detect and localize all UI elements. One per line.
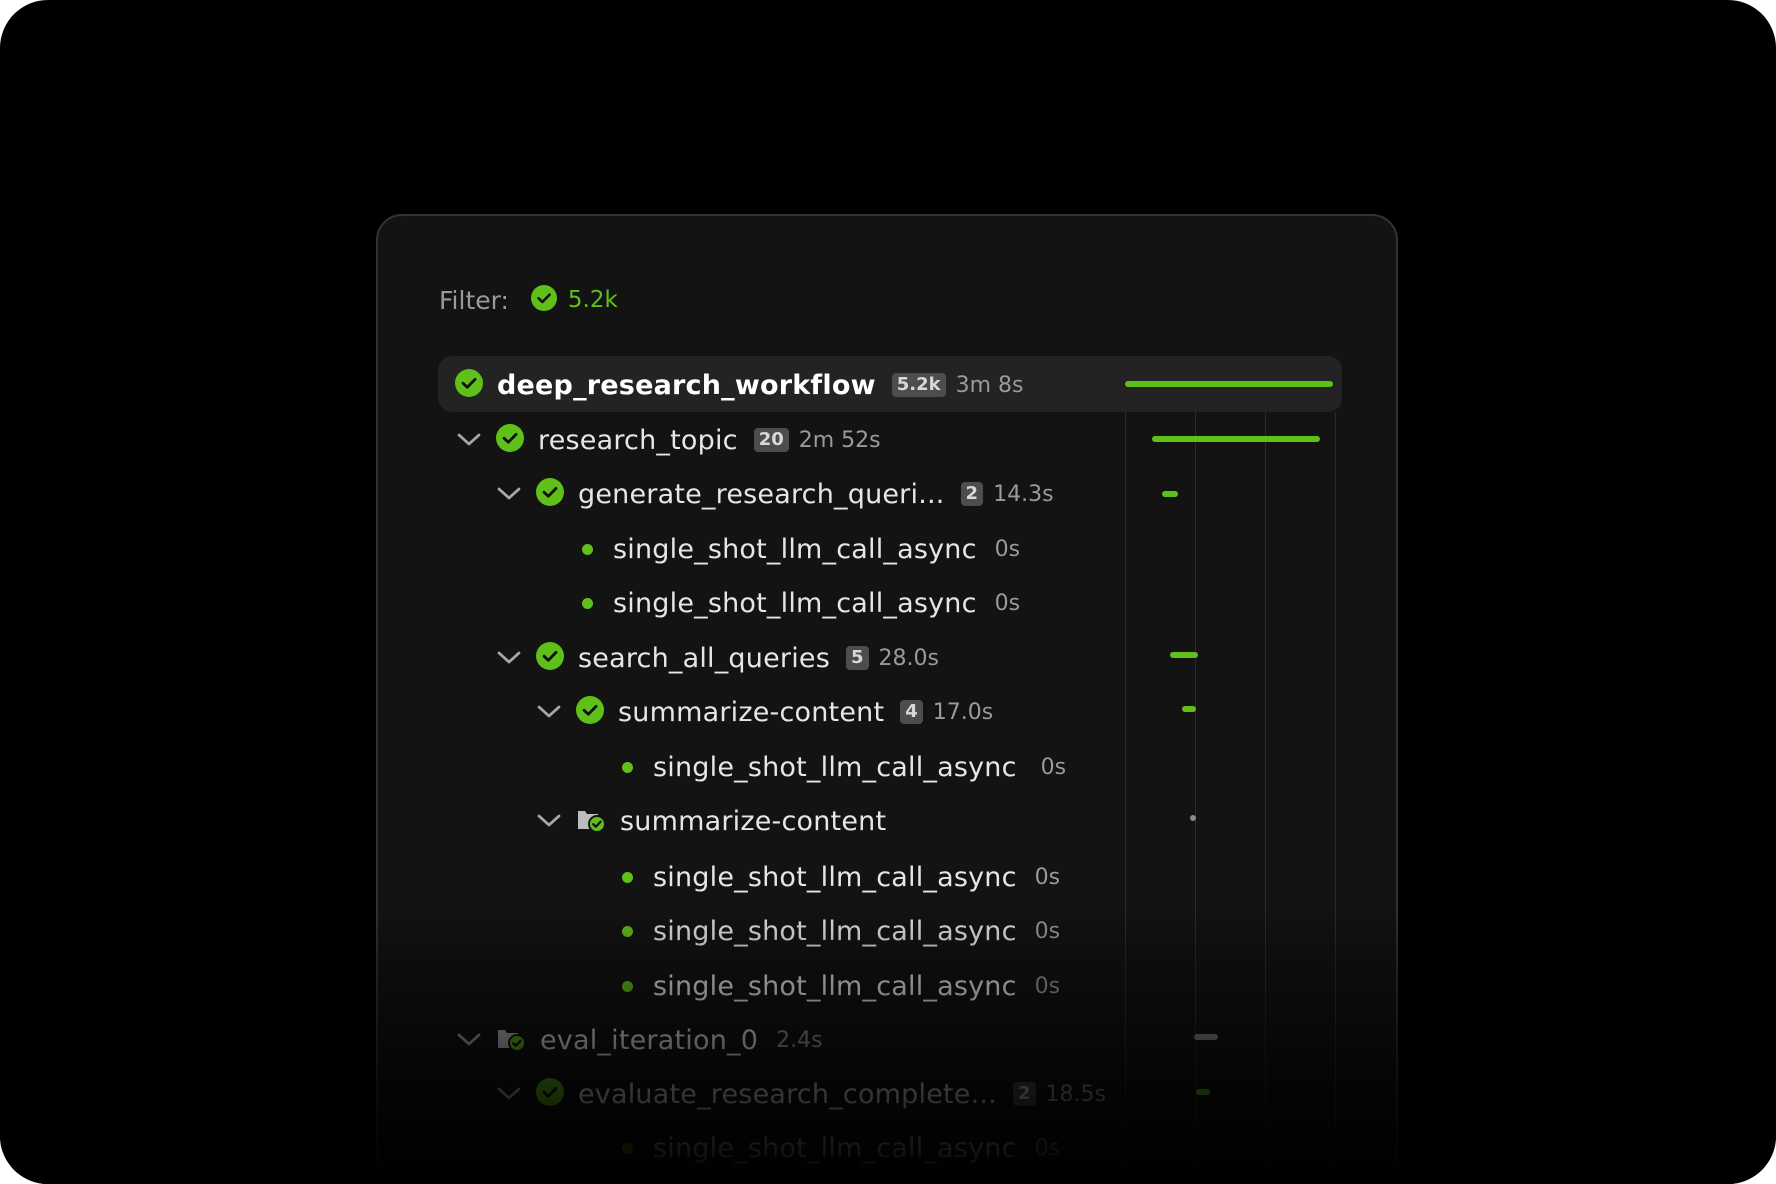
count-badge: 5 (845, 646, 869, 670)
timeline-bar (1196, 1089, 1210, 1095)
count-badge: 5.2k (891, 373, 946, 397)
trace-row[interactable]: single_shot_llm_call_async 0s (613, 1128, 1060, 1168)
span-name: single_shot_llm_call_async (653, 1132, 1017, 1164)
trace-row[interactable]: deep_research_workflow 5.2k 3m 8s (455, 365, 1023, 405)
success-check-icon (536, 1078, 564, 1110)
count-badge: 2 (1012, 1082, 1036, 1106)
chevron-down-icon[interactable] (536, 704, 562, 720)
span-name: single_shot_llm_call_async (653, 970, 1017, 1002)
trace-row[interactable]: single_shot_llm_call_async 0s (573, 529, 1020, 569)
success-check-icon (536, 642, 564, 674)
timeline-bar (1125, 381, 1333, 387)
success-check-icon (455, 369, 483, 401)
span-duration: 3m 8s (955, 372, 1024, 398)
span-name: single_shot_llm_call_async (653, 915, 1017, 947)
status-dot (573, 535, 601, 563)
trace-row[interactable]: single_shot_llm_call_async 0s (613, 747, 1066, 787)
trace-row[interactable]: eval_iteration_0 2.4s (456, 1020, 823, 1060)
trace-row[interactable]: research_topic 20 2m 52s (456, 420, 881, 460)
span-duration: 14.3s (993, 481, 1054, 507)
span-name: single_shot_llm_call_async (613, 587, 977, 619)
timeline-gridline (1265, 412, 1266, 1184)
span-name: search_all_queries (578, 642, 830, 674)
timeline-bar (1152, 436, 1320, 442)
span-name: evaluate_research_complete... (578, 1078, 997, 1110)
span-duration: 0s (1034, 973, 1061, 999)
span-duration: 0s (994, 536, 1021, 562)
timeline-gridline (1125, 412, 1126, 1184)
span-duration: 17.0s (932, 699, 994, 725)
trace-row[interactable]: evaluate_research_complete... 2 18.5s (496, 1074, 1106, 1114)
success-check-icon (576, 696, 604, 728)
success-check-icon (536, 478, 564, 510)
success-check-icon (496, 424, 524, 456)
count-badge: 4 (900, 700, 923, 724)
count-badge: 2 (960, 482, 984, 506)
status-dot (613, 917, 641, 945)
timeline-gridline (1195, 412, 1196, 1184)
span-duration: 0s (994, 590, 1021, 616)
chevron-down-icon[interactable] (496, 1086, 522, 1102)
trace-row[interactable]: single_shot_llm_call_async 0s (573, 583, 1020, 623)
span-name: summarize-content (620, 805, 887, 837)
chevron-down-icon[interactable] (456, 432, 482, 448)
timeline-bar (1170, 652, 1198, 658)
timeline-bar (1182, 706, 1196, 712)
trace-row[interactable]: single_shot_llm_call_async 0s (613, 911, 1060, 951)
success-check-icon (530, 285, 557, 315)
span-name: summarize-content (618, 696, 885, 728)
app-frame: Filter: 5.2k deep_research_workflow 5.2k… (0, 0, 1776, 1184)
filter-success-chip[interactable]: 5.2k (530, 285, 618, 315)
span-name: generate_research_queri... (578, 478, 945, 510)
status-dot (573, 589, 601, 617)
timeline-gridline (1335, 412, 1336, 1184)
span-duration: 2m 52s (798, 427, 881, 453)
folder-check-icon (576, 805, 606, 837)
filter-bar: Filter: 5.2k (439, 282, 618, 318)
chevron-down-icon[interactable] (456, 1032, 482, 1048)
span-duration: 0s (1040, 754, 1067, 780)
trace-row[interactable]: generate_research_queri... 2 14.3s (496, 474, 1054, 514)
span-duration: 0s (1034, 864, 1061, 890)
chevron-down-icon[interactable] (496, 650, 522, 666)
count-badge: 20 (753, 428, 789, 452)
span-name: single_shot_llm_call_async (653, 751, 1017, 783)
span-duration: 2.4s (776, 1027, 823, 1053)
span-name: deep_research_workflow (497, 369, 876, 401)
trace-row[interactable]: single_shot_llm_call_async 0s (613, 857, 1060, 897)
span-duration: 0s (1034, 1135, 1061, 1161)
chevron-down-icon[interactable] (536, 813, 562, 829)
status-dot (613, 972, 641, 1000)
span-name: research_topic (538, 424, 738, 456)
trace-row[interactable]: single_shot_llm_call_async 0s (613, 966, 1060, 1006)
span-name: eval_iteration_0 (540, 1024, 759, 1056)
status-dot (613, 753, 641, 781)
trace-row[interactable]: search_all_queries 5 28.0s (496, 638, 939, 678)
span-duration: 18.5s (1045, 1081, 1106, 1107)
span-name: single_shot_llm_call_async (613, 533, 977, 565)
status-dot (613, 863, 641, 891)
status-dot (613, 1134, 641, 1162)
filter-label: Filter: (439, 285, 509, 315)
chevron-down-icon[interactable] (496, 486, 522, 502)
span-duration: 28.0s (878, 645, 939, 671)
span-duration: 0s (1034, 918, 1061, 944)
span-name: single_shot_llm_call_async (653, 861, 1017, 893)
timeline-bar (1190, 815, 1196, 821)
folder-check-icon (496, 1024, 526, 1056)
trace-row[interactable]: summarize-content 4 17.0s (536, 692, 993, 732)
trace-row[interactable]: summarize-content (536, 801, 886, 841)
filter-count: 5.2k (567, 287, 618, 313)
timeline-bar (1194, 1034, 1218, 1040)
timeline-bar (1162, 491, 1178, 497)
